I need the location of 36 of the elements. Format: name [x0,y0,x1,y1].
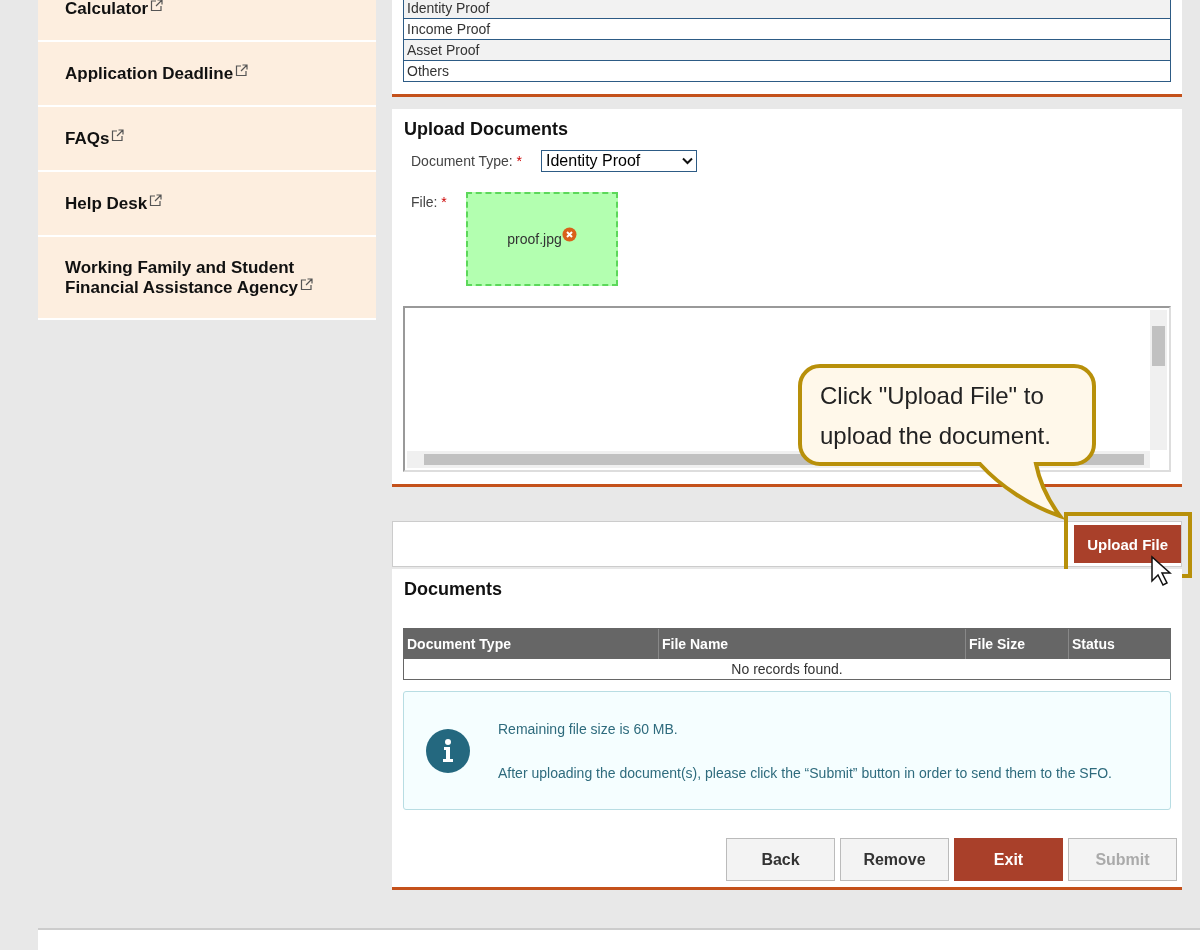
info-text: Remaining file size is 60 MB. [498,719,679,739]
upload-file-button[interactable]: Upload File [1074,525,1181,563]
file-drop-zone[interactable]: proof.jpg [466,192,618,286]
section-title: Documents [403,578,503,601]
file-name: proof.jpg [507,231,562,247]
sidebar-link[interactable]: Help Desk [38,172,376,237]
external-link-icon [150,0,164,12]
table-cell: Identity Proof [404,0,1170,18]
column-header: File Name [658,629,965,659]
external-link-icon [235,63,249,77]
chevron-down-icon [682,157,693,165]
field-label: Document Type: * [411,152,524,169]
section-title: Upload Documents [403,118,569,141]
info-text: After uploading the document(s), please click the “Submit” button in order to send them to the SFO. [498,763,1112,783]
sidebar-link[interactable]: Application Deadline [38,42,376,107]
callout-text: Click "Upload File" to upload the document. [820,381,1052,451]
column-header: Document Type [406,635,512,654]
document-type-select[interactable]: Identity Proof [541,150,697,172]
sidebar-link[interactable]: Calculator [38,0,376,42]
action-button[interactable]: Back [726,838,835,881]
external-link-icon [300,277,314,291]
external-link-icon [111,128,125,142]
info-icon [426,728,470,773]
sidebar-link[interactable]: FAQs [38,107,376,172]
action-button[interactable]: Exit [954,838,1063,881]
remove-icon[interactable] [561,226,577,242]
sidebar-link[interactable]: Working Family and Student Financial Assistance Agency [38,237,376,320]
action-button[interactable]: Remove [840,838,949,881]
table-cell: Asset Proof [404,39,1170,60]
table-cell: Others [404,60,1170,81]
column-header: File Size [965,629,1068,659]
vertical-scrollbar[interactable] [1150,310,1167,450]
column-header: Status [1068,629,1170,659]
external-link-icon [149,193,163,207]
field-label: File: * [411,193,448,210]
empty-message: No records found. [730,660,844,679]
